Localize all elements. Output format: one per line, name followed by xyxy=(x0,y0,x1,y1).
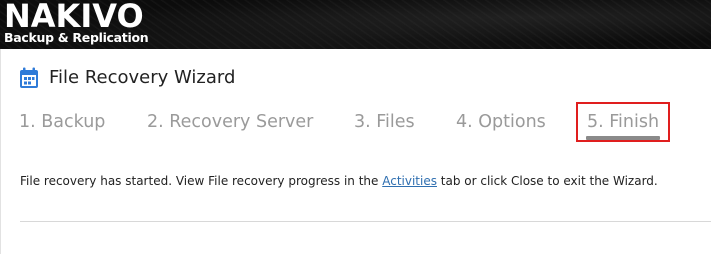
status-message-text-start: File recovery has started. View File rec… xyxy=(20,174,383,188)
divider xyxy=(20,221,711,222)
status-message-text-end: tab or click Close to exit the Wizard. xyxy=(436,174,658,188)
step-backup[interactable]: 1. Backup xyxy=(19,109,105,135)
wizard-header: File Recovery Wizard xyxy=(19,66,235,90)
step-options[interactable]: 4. Options xyxy=(456,109,546,135)
step-highlight-box xyxy=(576,102,670,142)
step-recovery-server[interactable]: 2. Recovery Server xyxy=(147,109,313,135)
app-header: NAKIVO Backup & Replication xyxy=(0,0,711,49)
brand-tagline: Backup & Replication xyxy=(4,30,149,45)
step-files[interactable]: 3. Files xyxy=(354,109,415,135)
wizard-panel: File Recovery Wizard 1. Backup 2. Recove… xyxy=(0,49,711,254)
wizard-title: File Recovery Wizard xyxy=(49,67,236,88)
calendar-icon xyxy=(19,67,39,89)
status-message: File recovery has started. View File rec… xyxy=(20,173,658,189)
activities-link[interactable]: Activities xyxy=(382,174,437,188)
